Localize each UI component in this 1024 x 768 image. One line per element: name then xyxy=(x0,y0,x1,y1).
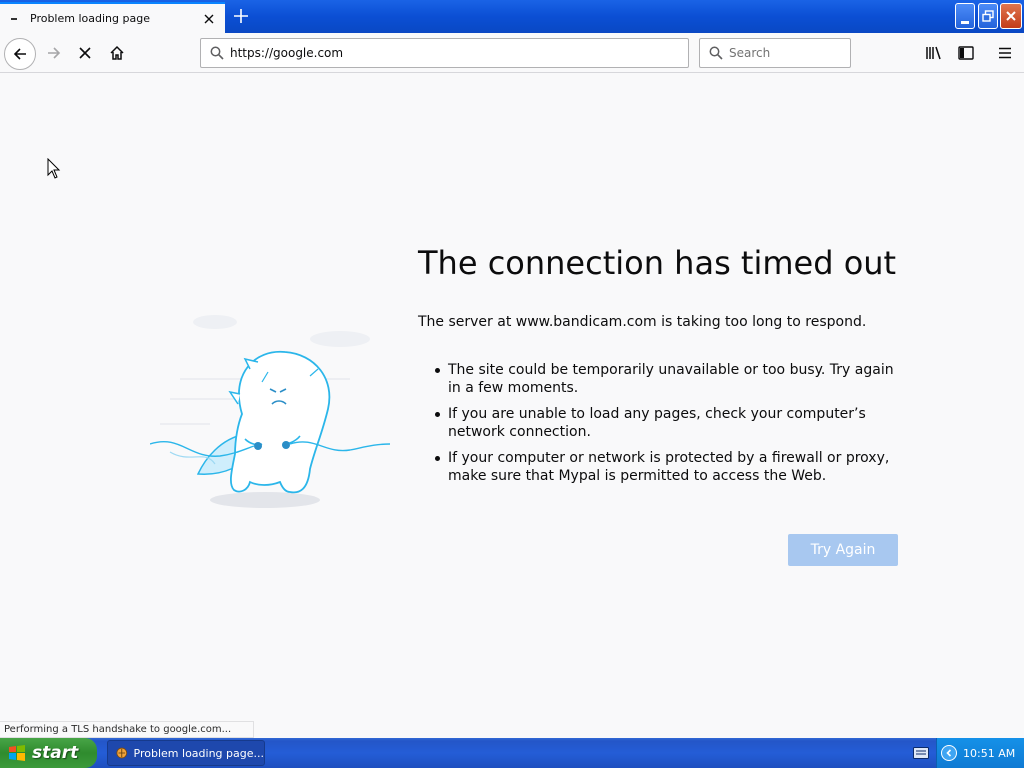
plus-icon xyxy=(234,9,248,23)
taskbar: start Problem loading page... 10:51 AM xyxy=(0,738,1024,768)
nav-toolbar: https://google.com Search xyxy=(0,33,1024,73)
chevron-left-icon xyxy=(946,749,952,757)
library-icon xyxy=(926,46,941,60)
show-hidden-icons-button[interactable] xyxy=(941,745,957,761)
tab-loading-icon xyxy=(11,17,17,20)
search-placeholder: Search xyxy=(729,46,771,60)
sidebar-icon xyxy=(958,46,974,60)
error-reasons-list: The site could be temporarily unavailabl… xyxy=(435,361,908,493)
restore-button[interactable] xyxy=(978,3,998,29)
stop-icon xyxy=(79,47,91,59)
url-bar[interactable]: https://google.com xyxy=(200,38,689,68)
tab-title: Problem loading page xyxy=(30,12,150,25)
back-arrow-icon xyxy=(13,48,26,60)
error-title: The connection has timed out xyxy=(418,244,897,282)
forward-button[interactable] xyxy=(42,41,66,65)
minimize-icon xyxy=(961,21,969,24)
back-button[interactable] xyxy=(4,38,36,70)
search-box[interactable]: Search xyxy=(699,38,851,68)
restore-icon xyxy=(982,10,994,22)
stop-button[interactable] xyxy=(73,41,97,65)
try-again-button[interactable]: Try Again xyxy=(788,534,898,566)
home-button[interactable] xyxy=(105,41,129,65)
list-item: If you are unable to load any pages, che… xyxy=(435,405,908,441)
library-button[interactable] xyxy=(922,41,946,65)
close-icon[interactable] xyxy=(196,6,222,32)
tab-active[interactable]: Problem loading page xyxy=(0,2,225,33)
windows-logo-icon xyxy=(9,745,25,761)
keyboard-icon[interactable] xyxy=(913,747,929,759)
menu-button[interactable] xyxy=(993,41,1017,65)
start-label: start xyxy=(32,743,79,763)
mouse-cursor-icon xyxy=(47,158,61,179)
status-bar: Performing a TLS handshake to google.com… xyxy=(0,721,255,738)
close-icon xyxy=(1006,11,1016,21)
taskbar-item-browser[interactable]: Problem loading page... xyxy=(107,740,265,766)
list-item: If your computer or network is protected… xyxy=(435,449,908,485)
clock[interactable]: 10:51 AM xyxy=(963,747,1015,760)
forward-arrow-icon xyxy=(48,47,61,59)
taskbar-item-label: Problem loading page... xyxy=(133,746,264,760)
title-bar: Problem loading page xyxy=(0,0,1024,33)
new-tab-button[interactable] xyxy=(229,4,253,28)
page-content: The connection has timed out The server … xyxy=(0,74,1024,738)
start-button[interactable]: start xyxy=(0,738,97,768)
search-icon xyxy=(709,46,723,60)
system-tray: 10:51 AM xyxy=(936,738,1024,768)
minimize-button[interactable] xyxy=(955,3,975,29)
sidebar-button[interactable] xyxy=(954,41,978,65)
home-icon xyxy=(110,45,124,60)
menu-icon xyxy=(999,47,1011,59)
url-text[interactable]: https://google.com xyxy=(230,46,343,60)
dinosaur-unplugged-illustration xyxy=(150,315,390,508)
error-description: The server at www.bandicam.com is taking… xyxy=(418,314,867,330)
search-icon xyxy=(210,46,224,60)
close-window-button[interactable] xyxy=(1000,3,1022,29)
browser-app-icon xyxy=(116,747,128,759)
list-item: The site could be temporarily unavailabl… xyxy=(435,361,908,397)
